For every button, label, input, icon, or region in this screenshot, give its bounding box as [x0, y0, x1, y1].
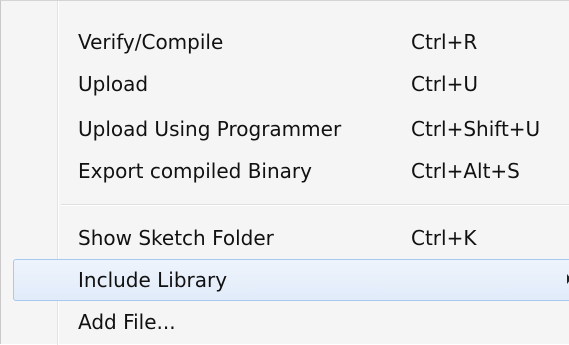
menu-item-shortcut: Ctrl+U: [411, 72, 478, 96]
menu-item-label: Show Sketch Folder: [78, 226, 274, 250]
menu-item-shortcut: Ctrl+K: [411, 226, 477, 250]
menu-item-upload-using-programmer[interactable]: Upload Using Programmer Ctrl+Shift+U: [1, 108, 569, 150]
menu-item-label: Add File...: [78, 310, 176, 334]
menu-item-label: Upload Using Programmer: [78, 117, 342, 141]
menu-item-label: Upload: [78, 72, 149, 96]
menu-item-verify-compile[interactable]: Verify/Compile Ctrl+R: [1, 21, 569, 63]
menu-item-upload[interactable]: Upload Ctrl+U: [1, 63, 569, 105]
menu-item-label: Include Library: [78, 268, 228, 292]
menu-item-label: Verify/Compile: [78, 30, 224, 54]
menu-item-label: Export compiled Binary: [78, 159, 312, 183]
menu-item-export-compiled-binary[interactable]: Export compiled Binary Ctrl+Alt+S: [1, 150, 569, 192]
sketch-menu: Verify/Compile Ctrl+R Upload Ctrl+U Uplo…: [0, 0, 569, 345]
menu-item-add-file[interactable]: Add File...: [1, 301, 569, 343]
menu-item-include-library[interactable]: Include Library: [13, 259, 569, 301]
menu-item-show-sketch-folder[interactable]: Show Sketch Folder Ctrl+K: [1, 217, 569, 259]
menu-item-shortcut: Ctrl+Shift+U: [411, 117, 541, 141]
menu-item-shortcut: Ctrl+Alt+S: [411, 159, 520, 183]
menu-item-shortcut: Ctrl+R: [411, 30, 478, 54]
menu-separator: [61, 204, 569, 206]
